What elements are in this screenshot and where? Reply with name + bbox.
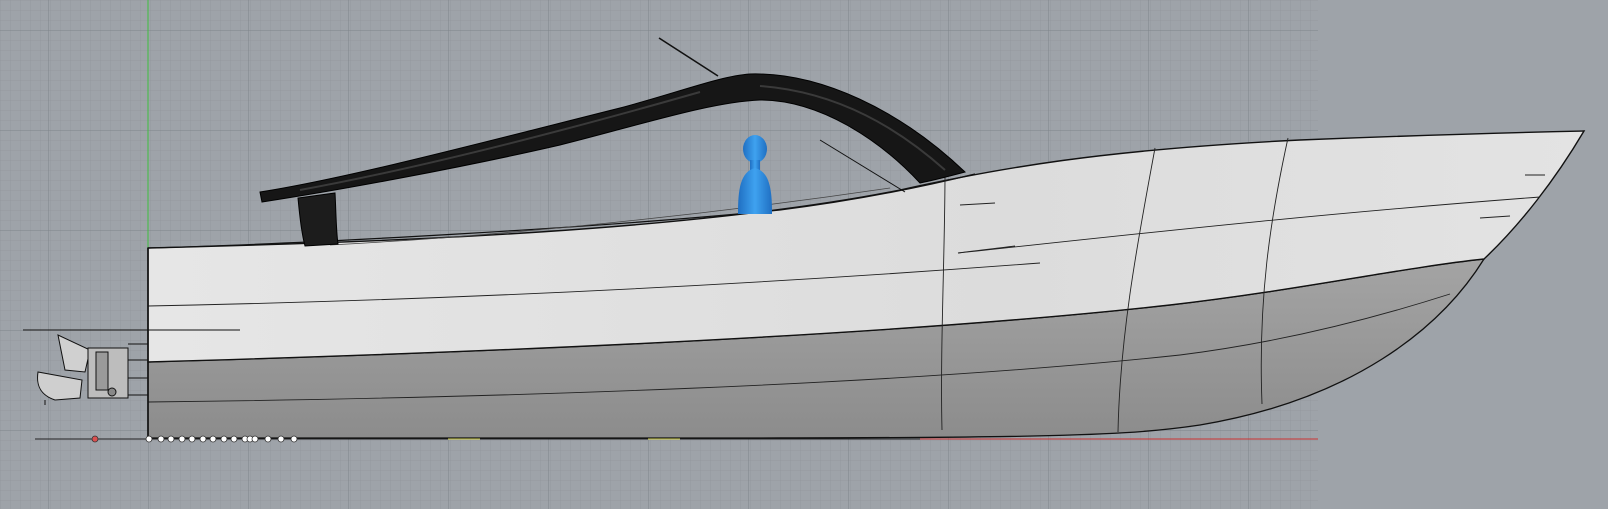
cad-viewport[interactable] — [0, 0, 1608, 509]
viewport-canvas[interactable] — [0, 0, 1608, 509]
hardtop-post — [297, 192, 339, 247]
